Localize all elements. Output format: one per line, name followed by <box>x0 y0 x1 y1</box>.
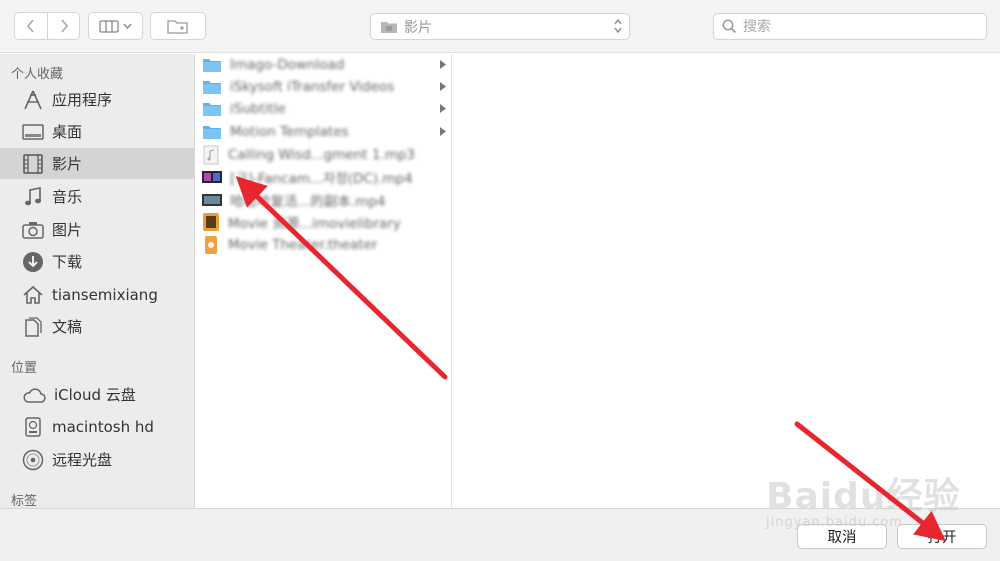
list-item[interactable]: 哈哈哈复活...的副本.mp4 <box>202 189 448 211</box>
location-label: 影片 <box>404 19 432 36</box>
audio-file-icon <box>203 145 219 165</box>
sidebar-item-label: 文稿 <box>52 318 83 336</box>
up-down-chevron-icon <box>614 18 622 34</box>
list-item[interactable]: Movie 资源...imovielibrary <box>202 211 448 233</box>
sidebar-item-label: macintosh hd <box>52 417 154 436</box>
list-item[interactable]: Calling Wisd...gment 1.mp3 <box>202 144 448 166</box>
documents-icon <box>25 316 42 337</box>
new-folder-button[interactable] <box>150 12 206 40</box>
list-item[interactable]: [구]-Fancam...자정(DC).mp4 <box>202 166 448 188</box>
imovie-library-icon <box>203 213 219 231</box>
location-popup[interactable]: 影片 <box>370 13 630 40</box>
file-column: Imago-Download iSkysoft iTransfer Videos… <box>196 54 452 508</box>
chevron-right-icon <box>60 19 68 33</box>
music-icon <box>25 186 41 205</box>
navigation-buttons <box>14 12 80 40</box>
movies-icon <box>23 153 43 174</box>
folder-icon <box>203 103 221 116</box>
sidebar-item-pictures[interactable]: 图片 <box>0 214 194 245</box>
file-name: Movie 资源...imovielibrary <box>228 216 401 232</box>
sidebar-item-icloud[interactable]: iCloud 云盘 <box>0 379 194 410</box>
imovie-theater-icon <box>205 236 217 254</box>
file-name: iSubtitle <box>230 101 286 117</box>
sidebar-item-movies[interactable]: 影片 <box>0 148 194 179</box>
sidebar-item-label: 远程光盘 <box>52 451 113 469</box>
sidebar-item-desktop[interactable]: 桌面 <box>0 116 194 147</box>
sidebar-item-remote-disc[interactable]: 远程光盘 <box>0 444 194 475</box>
video-thumbnail-icon <box>202 171 222 183</box>
view-mode-button[interactable] <box>88 12 143 40</box>
sidebar-item-label: 应用程序 <box>52 91 113 109</box>
locations-section-title: 位置 <box>11 361 38 376</box>
search-input[interactable] <box>743 18 963 35</box>
list-item[interactable]: Imago-Download <box>202 54 448 76</box>
chevron-down-icon <box>123 23 132 29</box>
sidebar-item-documents[interactable]: 文稿 <box>0 311 194 342</box>
new-folder-icon <box>167 20 188 34</box>
chevron-left-icon <box>26 19 34 33</box>
file-name: Calling Wisd...gment 1.mp3 <box>228 147 416 163</box>
camera-icon <box>22 221 44 239</box>
file-name: Motion Templates <box>230 124 349 140</box>
disclosure-triangle-icon <box>440 127 446 136</box>
folder-icon <box>203 81 221 94</box>
search-icon <box>722 19 737 34</box>
disclosure-triangle-icon <box>440 60 446 69</box>
movies-folder-icon <box>381 21 397 33</box>
list-item[interactable]: iSubtitle <box>202 98 448 120</box>
forward-button[interactable] <box>47 13 79 39</box>
file-name: iSkysoft iTransfer Videos <box>230 79 395 95</box>
file-name: [구]-Fancam...자정(DC).mp4 <box>230 171 413 187</box>
back-button[interactable] <box>15 13 47 39</box>
search-field[interactable] <box>713 13 987 40</box>
file-name: Movie Theater.theater <box>228 237 378 253</box>
sidebar: 个人收藏 应用程序 桌面 影片 音乐 图片 下载 tiansemixiang 文… <box>0 54 195 508</box>
home-icon <box>23 285 43 304</box>
sidebar-item-downloads[interactable]: 下载 <box>0 246 194 277</box>
file-name: Imago-Download <box>230 57 345 73</box>
list-item[interactable]: Movie Theater.theater <box>202 234 448 256</box>
applications-icon <box>24 90 42 109</box>
sidebar-item-label: 音乐 <box>52 188 83 206</box>
favorites-section-title: 个人收藏 <box>11 67 64 82</box>
tags-section-title: 标签 <box>11 494 38 508</box>
sidebar-item-home[interactable]: tiansemixiang <box>0 279 194 310</box>
folder-icon <box>203 126 221 139</box>
watermark-url: jingyan.baidu.com <box>766 515 903 530</box>
cloud-icon <box>23 387 46 403</box>
hard-drive-icon <box>25 416 41 437</box>
watermark-logo-text: Baidu经验 <box>766 476 961 517</box>
sidebar-item-macintosh-hd[interactable]: macintosh hd <box>0 411 194 442</box>
disclosure-triangle-icon <box>440 104 446 113</box>
sidebar-item-music[interactable]: 音乐 <box>0 181 194 212</box>
folder-icon <box>203 59 221 72</box>
disc-icon <box>22 449 44 470</box>
columns-view-icon <box>99 19 119 33</box>
list-item[interactable]: iSkysoft iTransfer Videos <box>202 76 448 98</box>
file-name: 哈哈哈复活...的副本.mp4 <box>230 194 386 210</box>
sidebar-item-label: 影片 <box>52 155 83 173</box>
list-item[interactable]: Motion Templates <box>202 121 448 143</box>
download-icon <box>23 251 43 272</box>
video-thumbnail-icon <box>202 194 222 206</box>
sidebar-item-label: tiansemixiang <box>52 285 158 304</box>
sidebar-item-label: iCloud 云盘 <box>54 386 136 404</box>
sidebar-item-applications[interactable]: 应用程序 <box>0 84 194 115</box>
disclosure-triangle-icon <box>440 82 446 91</box>
desktop-icon <box>22 123 44 140</box>
preview-column <box>453 54 1000 508</box>
sidebar-item-label: 下载 <box>52 253 83 271</box>
toolbar: 影片 <box>0 0 1000 53</box>
sidebar-item-label: 图片 <box>52 221 83 239</box>
sidebar-item-label: 桌面 <box>52 123 83 141</box>
baidu-watermark: Baidu经验 jingyan.baidu.com <box>760 455 980 545</box>
